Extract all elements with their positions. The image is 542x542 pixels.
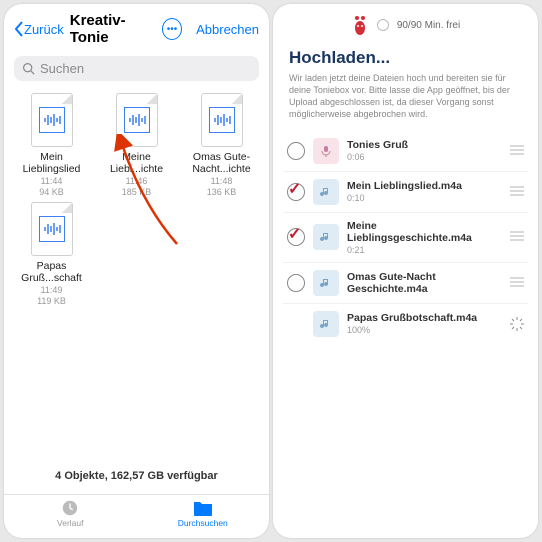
minutes-indicator: [377, 19, 389, 31]
back-button[interactable]: Zurück: [14, 21, 64, 37]
more-button[interactable]: •••: [162, 18, 182, 40]
file-time: 11:46: [95, 176, 178, 187]
back-label: Zurück: [24, 22, 64, 37]
file-size: 185 KB: [95, 187, 178, 198]
upload-header: 90/90 Min. frei: [273, 4, 538, 42]
select-radio[interactable]: [287, 142, 305, 160]
file-grid: Mein Lieblingslied11:4494 KBMeine Liebl.…: [4, 89, 269, 310]
audio-file-icon: [201, 93, 243, 147]
drag-handle[interactable]: [510, 228, 524, 246]
upload-name: Papas Grußbotschaft.m4a: [347, 312, 502, 324]
folder-icon: [193, 499, 213, 517]
note-icon: [313, 179, 339, 205]
upload-info: Tonies Gruß0:06: [347, 139, 502, 162]
upload-row[interactable]: Omas Gute-Nacht Geschichte.m4a: [283, 263, 528, 304]
upload-name: Omas Gute-Nacht Geschichte.m4a: [347, 271, 502, 295]
search-icon: [22, 62, 35, 75]
cancel-button[interactable]: Abbrechen: [196, 22, 259, 37]
upload-row[interactable]: Meine Lieblingsgeschichte.m4a0:21: [283, 213, 528, 263]
select-radio[interactable]: [287, 228, 305, 246]
upload-screen: 90/90 Min. frei Hochladen... Wir laden j…: [273, 4, 538, 538]
file-name: Omas Gute-Nacht...ichte: [180, 151, 263, 175]
upload-info: Meine Lieblingsgeschichte.m4a0:21: [347, 220, 502, 255]
file-size: 136 KB: [180, 187, 263, 198]
file-size: 94 KB: [10, 187, 93, 198]
tab-bar: Verlauf Durchsuchen: [4, 494, 269, 534]
clock-icon: [60, 499, 80, 517]
upload-time: 0:10: [347, 193, 502, 203]
upload-time: 100%: [347, 325, 502, 335]
tonie-mascot-icon: [351, 14, 369, 36]
upload-list: Tonies Gruß0:06 Mein Lieblingslied.m4a0:1…: [273, 131, 538, 344]
footer-summary: 4 Objekte, 162,57 GB verfügbar: [4, 470, 269, 482]
drag-handle[interactable]: [510, 274, 524, 292]
upload-row[interactable]: Tonies Gruß0:06: [283, 131, 528, 172]
upload-name: Mein Lieblingslied.m4a: [347, 180, 502, 192]
file-name: Papas Gruß...schaft: [10, 260, 93, 284]
select-radio[interactable]: [287, 183, 305, 201]
upload-name: Meine Lieblingsgeschichte.m4a: [347, 220, 502, 244]
audio-file-icon: [31, 202, 73, 256]
mic-icon: [313, 138, 339, 164]
tab-history[interactable]: Verlauf: [4, 495, 137, 534]
upload-info: Mein Lieblingslied.m4a0:10: [347, 180, 502, 203]
upload-info: Papas Grußbotschaft.m4a100%: [347, 312, 502, 335]
select-radio[interactable]: [287, 274, 305, 292]
minutes-label: 90/90 Min. frei: [397, 20, 460, 31]
upload-info: Omas Gute-Nacht Geschichte.m4a: [347, 271, 502, 295]
file-item[interactable]: Papas Gruß...schaft11:49119 KB: [10, 202, 93, 307]
upload-time: 0:06: [347, 152, 502, 162]
spinner-icon: [510, 317, 524, 331]
search-placeholder: Suchen: [40, 61, 84, 76]
note-icon: [313, 224, 339, 250]
file-item[interactable]: Omas Gute-Nacht...ichte11:48136 KB: [180, 93, 263, 198]
header: Zurück Kreativ-Tonie ••• Abbrechen: [4, 4, 269, 52]
file-item[interactable]: Mein Lieblingslied11:4494 KB: [10, 93, 93, 198]
upload-name: Tonies Gruß: [347, 139, 502, 151]
upload-title: Hochladen...: [273, 42, 538, 72]
drag-handle[interactable]: [510, 142, 524, 160]
tab-browse[interactable]: Durchsuchen: [137, 495, 270, 534]
chevron-left-icon: [14, 21, 24, 37]
search-input[interactable]: Suchen: [14, 56, 259, 81]
file-time: 11:44: [10, 176, 93, 187]
file-picker-screen: Zurück Kreativ-Tonie ••• Abbrechen Suche…: [4, 4, 269, 538]
note-icon: [313, 311, 339, 337]
file-name: Mein Lieblingslied: [10, 151, 93, 175]
footer: 4 Objekte, 162,57 GB verfügbar Verlauf D…: [4, 460, 269, 538]
drag-handle[interactable]: [510, 183, 524, 201]
upload-description: Wir laden jetzt deine Dateien hoch und b…: [273, 72, 538, 131]
audio-file-icon: [116, 93, 158, 147]
file-item[interactable]: Meine Liebl...ichte11:46185 KB: [95, 93, 178, 198]
file-time: 11:48: [180, 176, 263, 187]
upload-row[interactable]: Mein Lieblingslied.m4a0:10: [283, 172, 528, 213]
file-size: 119 KB: [10, 296, 93, 307]
upload-time: 0:21: [347, 245, 502, 255]
more-icon: •••: [167, 24, 178, 35]
file-time: 11:49: [10, 285, 93, 296]
page-title: Kreativ-Tonie: [70, 12, 156, 46]
note-icon: [313, 270, 339, 296]
audio-file-icon: [31, 93, 73, 147]
upload-row[interactable]: Papas Grußbotschaft.m4a100%: [283, 304, 528, 344]
file-name: Meine Liebl...ichte: [95, 151, 178, 175]
